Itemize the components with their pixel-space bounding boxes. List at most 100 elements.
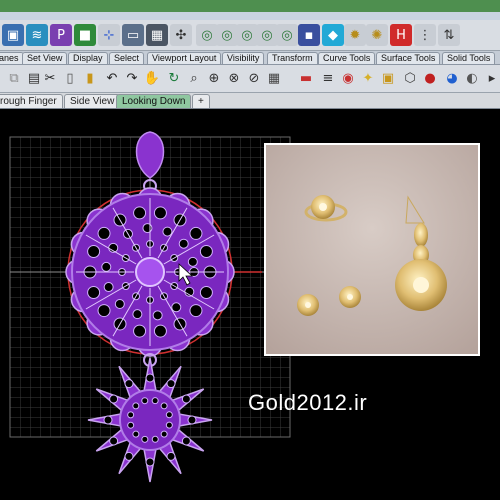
title-bar-accent xyxy=(0,0,500,12)
hole xyxy=(187,256,198,267)
tab-set-view[interactable]: Set View xyxy=(22,52,68,64)
tab-transform[interactable]: Transform xyxy=(267,52,318,64)
lock-icon[interactable]: ▣ xyxy=(378,68,398,88)
tab-side-view[interactable]: Side View xyxy=(64,94,121,108)
ring-icon[interactable]: ◎ xyxy=(236,24,258,46)
viewport-tab-strip: rough Finger Side View Looking Down + xyxy=(0,93,500,109)
hole xyxy=(87,244,101,258)
hole xyxy=(103,282,114,293)
tab-solid-tools[interactable]: Solid Tools xyxy=(442,52,496,64)
grid-display-icon[interactable]: ▦ xyxy=(264,68,284,88)
tab-select[interactable]: Select xyxy=(109,52,145,64)
grid-icon[interactable]: ▦ xyxy=(146,24,168,46)
copy-icon[interactable]: ⧉ xyxy=(4,68,24,88)
green-square-icon[interactable]: ■ xyxy=(74,24,96,46)
ring-icon[interactable]: ◎ xyxy=(196,24,218,46)
reference-photo xyxy=(264,143,480,356)
tab-display[interactable]: Display xyxy=(68,52,108,64)
hole xyxy=(97,304,111,318)
tab-viewport-layout[interactable]: Viewport Layout xyxy=(147,52,222,64)
tab-looking-down[interactable]: Looking Down xyxy=(116,94,192,108)
title-bar xyxy=(0,0,500,20)
hole xyxy=(127,421,135,429)
ring-icon[interactable]: ◎ xyxy=(216,24,238,46)
hole xyxy=(166,451,176,461)
wave-icon[interactable]: ≋ xyxy=(26,24,48,46)
tab-rough-finger[interactable]: rough Finger xyxy=(0,94,63,108)
tool-icon-bar: ⧉ ▤ ✂ ▯ ▮ ↶ ↷ ✋ ↻ ⌕ ⊕ ⊗ ⊘ ▦ ▬ ≡ ◉ ✦ ▣ ⬡ … xyxy=(0,65,500,93)
hole xyxy=(145,373,155,383)
hole xyxy=(109,394,119,404)
sphere-icon[interactable]: ● xyxy=(420,68,440,88)
document-icon[interactable]: ▯ xyxy=(60,68,80,88)
gear-icon[interactable]: ✺ xyxy=(366,24,388,46)
hole xyxy=(199,286,213,300)
add-viewport-tab-button[interactable]: + xyxy=(192,94,210,108)
hole xyxy=(142,223,153,234)
zoom-extents-icon[interactable]: ⊗ xyxy=(224,68,244,88)
zoom-icon[interactable]: ⌕ xyxy=(184,68,204,88)
pan-hand-icon[interactable]: ✋ xyxy=(142,68,162,88)
color-wheel-icon[interactable]: ◕ xyxy=(442,68,462,88)
pendant-center-boss xyxy=(135,257,165,287)
scroll-icon[interactable]: ⇅ xyxy=(438,24,460,46)
hole xyxy=(133,206,147,220)
rotate-view-icon[interactable]: ↻ xyxy=(164,68,184,88)
hole xyxy=(153,324,167,338)
redo-icon[interactable]: ↷ xyxy=(122,68,142,88)
red-h-icon[interactable]: H xyxy=(390,24,412,46)
hole xyxy=(181,436,191,446)
hole xyxy=(101,261,112,272)
hole xyxy=(103,415,113,425)
puzzle-icon[interactable]: ✣ xyxy=(170,24,192,46)
hole xyxy=(132,309,143,320)
viewport-looking-down[interactable]: Gold2012.ir xyxy=(0,109,500,500)
hole xyxy=(132,402,140,410)
hole xyxy=(181,394,191,404)
hole xyxy=(124,379,134,389)
parrot-icon[interactable]: P xyxy=(50,24,72,46)
zoom-window-icon[interactable]: ⊕ xyxy=(204,68,224,88)
tab-lanes[interactable]: lanes xyxy=(0,52,24,64)
cut-icon[interactable]: ✂ xyxy=(40,68,60,88)
zoom-selected-icon[interactable]: ⊘ xyxy=(244,68,264,88)
gear-icon[interactable]: ✹ xyxy=(344,24,366,46)
hole xyxy=(141,435,149,443)
tab-surface-tools[interactable]: Surface Tools xyxy=(376,52,441,64)
tab-curve-tools[interactable]: Curve Tools xyxy=(318,52,376,64)
main-toolbar: ▣ ≋ P ■ ⊹ ▭ ▦ ✣ ◎ ◎ ◎ ◎ ◎ ▪ ◆ ✹ ✺ H ⋮ ⇅ xyxy=(0,20,500,51)
car-icon[interactable]: ▬ xyxy=(296,68,316,88)
save-icon[interactable]: ▪ xyxy=(298,24,320,46)
hole xyxy=(189,226,203,240)
watermark-text: Gold2012.ir xyxy=(248,390,368,415)
layer-icon[interactable]: ≡ xyxy=(318,68,338,88)
tab-visibility[interactable]: Visibility xyxy=(222,52,265,64)
hole xyxy=(151,435,159,443)
menu-tab-strip: lanes Set View Display Select Viewport L… xyxy=(0,51,500,65)
hole xyxy=(151,397,159,405)
hole xyxy=(171,302,182,313)
hole xyxy=(87,286,101,300)
jewelry-photo-image xyxy=(266,145,478,354)
hole xyxy=(145,457,155,467)
hole xyxy=(165,411,173,419)
hole xyxy=(127,411,135,419)
cube-icon[interactable]: ▣ xyxy=(2,24,24,46)
ring-icon[interactable]: ◎ xyxy=(256,24,278,46)
undo-icon[interactable]: ↶ xyxy=(102,68,122,88)
dots-icon[interactable]: ⋮ xyxy=(414,24,436,46)
hole xyxy=(153,206,167,220)
ring-icon[interactable]: ◎ xyxy=(276,24,298,46)
clipboard-icon[interactable]: ▮ xyxy=(80,68,100,88)
material-icon[interactable]: ⬡ xyxy=(400,68,420,88)
gem-icon[interactable]: ◆ xyxy=(322,24,344,46)
point-icon[interactable]: ◉ xyxy=(338,68,358,88)
axis-icon[interactable]: ⊹ xyxy=(98,24,120,46)
more-icon[interactable]: ▸ xyxy=(482,68,500,88)
render-icon[interactable]: ◐ xyxy=(462,68,482,88)
hole xyxy=(160,430,168,438)
hole xyxy=(160,402,168,410)
monitor-icon[interactable]: ▭ xyxy=(122,24,144,46)
hole xyxy=(141,397,149,405)
bulb-icon[interactable]: ✦ xyxy=(358,68,378,88)
